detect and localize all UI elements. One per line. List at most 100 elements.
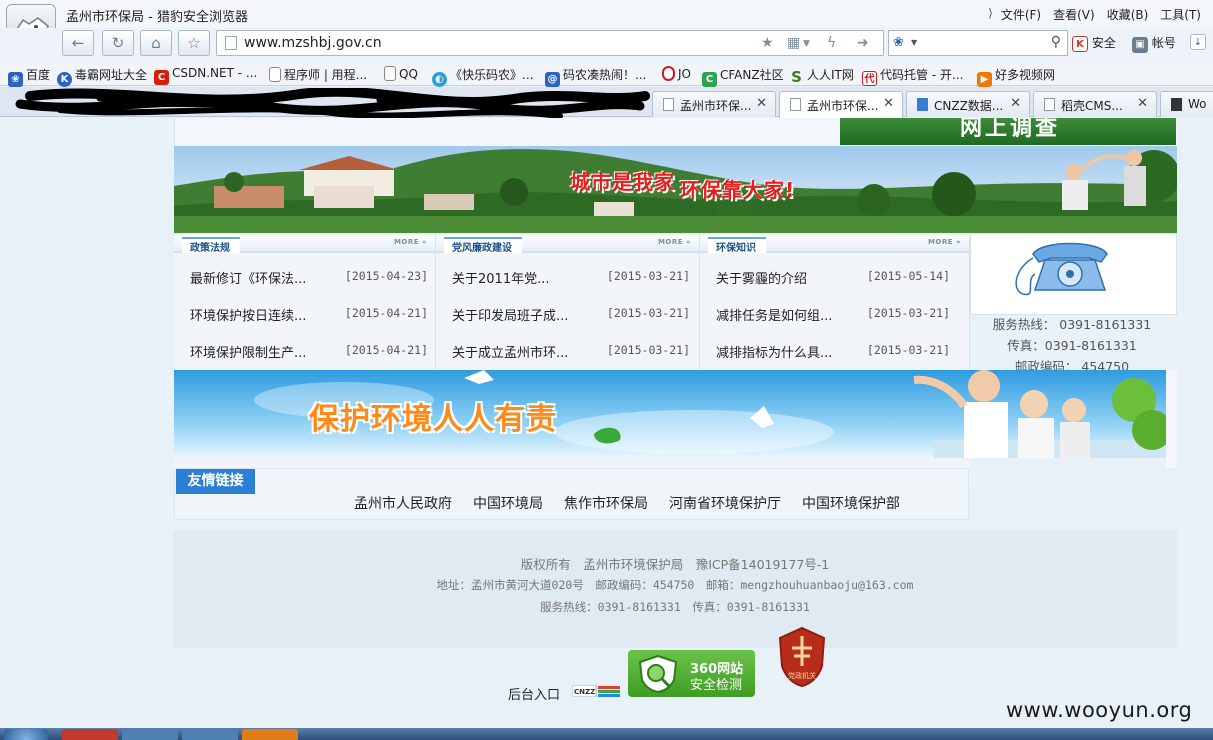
news-date: [2015-03-21] [606,343,690,357]
go-arrow-icon[interactable]: ➜ [857,35,869,51]
globe-icon: ◐ [432,72,447,87]
page-icon [269,67,281,82]
menu-favorites[interactable]: 收藏(B) [1107,6,1149,23]
link-mep[interactable]: 中国环境保护部 [802,493,900,513]
news-title[interactable]: 最新修订《环保法... [190,268,306,287]
dropdown-icon[interactable]: ▼ [803,39,810,49]
svg-text:CNZZ: CNZZ [574,688,595,696]
bookmark-item[interactable]: 程序师 | 用程... [269,66,367,83]
title-bar: 孟州市环保局 - 猎豹安全浏览器 ⟩ 文件(F) 查看(V) 收藏(B) 工具(… [0,0,1213,28]
tab-cnzz[interactable]: CNZZ数据... ✕ [906,91,1030,117]
close-icon[interactable]: ✕ [1010,96,1021,111]
star-favorite-icon[interactable]: ☆ [178,30,210,56]
bookmark-label: CFANZ社区 [720,68,784,82]
address-bar[interactable]: www.mzshbj.gov.cn ★ ▦ ▼ ϟ ➜ [216,30,884,56]
news-title[interactable]: 减排任务是如何组... [716,305,832,324]
news-title[interactable]: 环境保护按日连续... [190,305,306,324]
news-item[interactable]: 最新修订《环保法... [2015-04-23] [190,268,428,288]
refresh-icon[interactable]: ↻ [102,30,134,56]
bookmark-item[interactable]: @ 码农凑热闹！... [545,66,646,87]
back-arrow-icon[interactable]: ← [62,30,94,56]
bookmark-label: 好多视频网 [995,68,1056,82]
bookmark-item[interactable]: QQ [384,66,418,81]
column-title[interactable]: 环保知识 [708,237,766,254]
menu-file[interactable]: 文件(F) [1001,6,1041,23]
news-item[interactable]: 关于成立孟州市环... [2015-03-21] [452,342,690,362]
banner-protect-environment: 保护环境人人有责 [174,370,1166,458]
bookmark-item[interactable]: C CSDN.NET - ... [154,66,257,85]
account-button[interactable]: ▣ 帐号 [1132,34,1176,53]
baidu-paw-icon[interactable]: ❀ [893,35,904,50]
bookmark-item[interactable]: JO [662,66,691,81]
search-icon[interactable]: ⚲ [1051,34,1061,50]
taskbar-browser-icon[interactable] [242,729,298,740]
search-box[interactable]: ❀ ▼ ⚲ [888,30,1068,56]
bookmark-label: 《快乐码农》... [450,68,534,82]
taskbar-app-icon[interactable] [182,729,238,740]
backend-entry-link[interactable]: 后台入口 [508,684,560,703]
bookmark-item[interactable]: ❀ 百度 [8,66,50,87]
news-title[interactable]: 关于2011年党... [452,268,549,287]
bookmark-item[interactable]: 代代码托管 - 开... [862,66,963,86]
news-item[interactable]: 环境保护按日连续... [2015-04-21] [190,305,428,325]
online-survey-banner[interactable]: 网上调查 [840,118,1176,145]
download-icon[interactable]: ↓ [1190,34,1206,50]
close-icon[interactable]: ✕ [883,96,894,111]
tab-mzshbj-1[interactable]: 孟州市环保... ✕ [652,91,776,117]
bookmark-item[interactable]: ◐ 《快乐码农》... [432,66,533,87]
bookmark-item[interactable]: C CFANZ社区 [702,66,784,87]
link-henan-env-dept[interactable]: 河南省环境保护厅 [669,493,781,513]
news-item[interactable]: 关于2011年党... [2015-03-21] [452,268,690,288]
news-item[interactable]: 减排指标为什么具... [2015-03-21] [716,342,950,362]
security-button[interactable]: K 安全 [1072,34,1116,52]
lock-icon: ▣ [1132,37,1148,53]
news-title[interactable]: 环境保护限制生产... [190,342,306,361]
url-text[interactable]: www.mzshbj.gov.cn [244,35,382,51]
search-engine-dropdown-icon[interactable]: ▼ [911,38,917,47]
column-header: 环保知识 MORE » [700,235,969,254]
redaction-scribble [15,88,650,119]
close-icon[interactable]: ✕ [756,96,767,111]
party-government-badge-icon[interactable]: 党政机关 [776,626,828,688]
friend-links: 友情链接 孟州市人民政府 中国环境局 焦作市环保局 河南省环境保护厅 中国环境保… [174,468,969,520]
opera-icon [662,66,675,81]
taskbar-app-icon[interactable] [62,729,118,740]
home-icon[interactable]: ⌂ [140,30,172,56]
tab-mzshbj-active[interactable]: 孟州市环保... ✕ [779,91,903,118]
more-link[interactable]: MORE » [394,238,427,246]
close-icon[interactable]: ✕ [1137,96,1148,111]
column-title[interactable]: 政策法规 [182,237,240,254]
news-item[interactable]: 环境保护限制生产... [2015-04-21] [190,342,428,362]
news-title[interactable]: 关于成立孟州市环... [452,342,568,361]
banner-city-home: 城市是我家 环保靠大家! [174,146,1177,233]
tab-wooyun[interactable]: Wo [1160,91,1213,117]
chevron-right-icon[interactable]: ⟩ [988,6,993,23]
menu-view[interactable]: 查看(V) [1053,6,1095,23]
news-item[interactable]: 减排任务是如何组... [2015-03-21] [716,305,950,325]
link-jiaozuo-env-bureau[interactable]: 焦作市环保局 [564,493,648,513]
cnzz-stats-icon[interactable]: CNZZ [572,685,622,697]
bookmark-star-icon[interactable]: ★ [761,35,774,51]
more-link[interactable]: MORE » [928,238,961,246]
bookmark-item[interactable]: S 人人IT网 [789,66,854,85]
qr-code-icon[interactable]: ▦ [787,35,800,51]
link-china-env-bureau[interactable]: 中国环境局 [473,493,543,513]
menu-tools[interactable]: 工具(T) [1160,6,1201,23]
taskbar-ie-icon[interactable] [122,729,178,740]
news-title[interactable]: 关于印发局班子成... [452,305,568,324]
news-title[interactable]: 关于雾霾的介绍 [716,268,807,287]
start-button-icon[interactable] [4,729,48,740]
column-header: 政策法规 MORE » [174,235,435,254]
tab-daoke-cms[interactable]: 稻壳CMS... ✕ [1033,91,1157,117]
bookmark-item[interactable]: ▶ 好多视频网 [977,66,1055,87]
bookmark-item[interactable]: K 毒霸网址大全 [57,66,147,87]
360-security-badge[interactable]: 360网站 安全检测 [628,650,755,697]
news-item[interactable]: 关于印发局班子成... [2015-03-21] [452,305,690,325]
lightning-icon[interactable]: ϟ [827,35,836,51]
news-date: [2015-03-21] [866,343,950,357]
news-item[interactable]: 关于雾霾的介绍 [2015-05-14] [716,268,950,288]
more-link[interactable]: MORE » [658,238,691,246]
link-mengzhou-gov[interactable]: 孟州市人民政府 [354,493,452,513]
news-title[interactable]: 减排指标为什么具... [716,342,832,361]
column-title[interactable]: 党风廉政建设 [444,237,522,254]
